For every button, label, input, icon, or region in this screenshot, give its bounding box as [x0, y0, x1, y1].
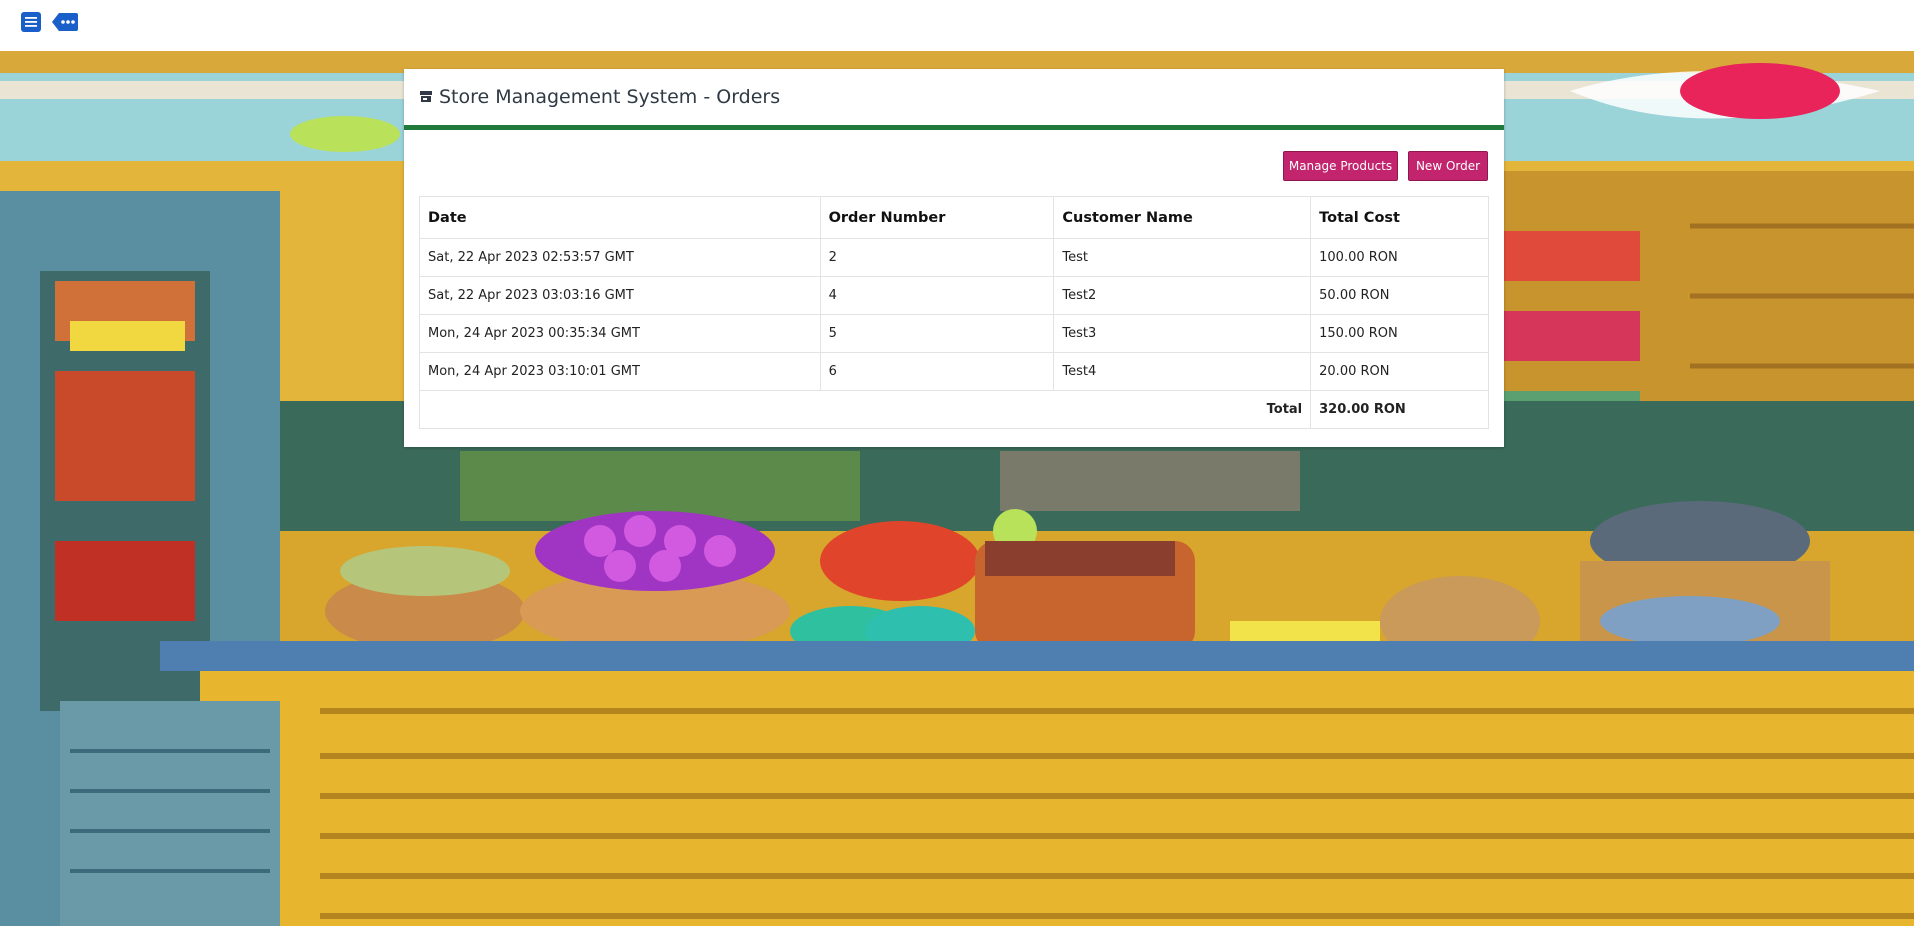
column-header-customer-name: Customer Name	[1053, 196, 1312, 239]
top-bar	[0, 0, 1914, 51]
store-icon	[419, 88, 433, 107]
cell-customer-name: Test2	[1053, 276, 1312, 315]
manage-products-button[interactable]: Manage Products	[1283, 151, 1398, 181]
column-header-total-cost: Total Cost	[1310, 196, 1489, 239]
column-header-order-number: Order Number	[819, 196, 1055, 239]
more-tag-icon[interactable]	[51, 10, 79, 34]
table-row[interactable]: Sat, 22 Apr 2023 02:53:57 GMT 2 Test 100…	[419, 238, 1489, 277]
cell-customer-name: Test4	[1053, 352, 1312, 391]
total-label: Total	[418, 390, 1312, 429]
cell-date: Mon, 24 Apr 2023 03:10:01 GMT	[419, 352, 821, 391]
cell-customer-name: Test	[1053, 238, 1312, 277]
card-header: Store Management System - Orders	[404, 69, 1504, 130]
orders-card: Store Management System - Orders Manage …	[404, 69, 1504, 447]
cell-order-number: 4	[819, 276, 1055, 315]
table-row[interactable]: Mon, 24 Apr 2023 03:10:01 GMT 6 Test4 20…	[419, 352, 1489, 391]
total-value: 320.00 RON	[1310, 390, 1489, 429]
table-row[interactable]: Mon, 24 Apr 2023 00:35:34 GMT 5 Test3 15…	[419, 314, 1489, 353]
cell-total-cost: 50.00 RON	[1310, 276, 1489, 315]
table-row[interactable]: Sat, 22 Apr 2023 03:03:16 GMT 4 Test2 50…	[419, 276, 1489, 315]
cell-date: Mon, 24 Apr 2023 00:35:34 GMT	[419, 314, 821, 353]
orders-table: Date Order Number Customer Name Total Co…	[418, 196, 1489, 429]
total-row: Total 320.00 RON	[418, 390, 1489, 429]
cell-total-cost: 150.00 RON	[1310, 314, 1489, 353]
table-header-row: Date Order Number Customer Name Total Co…	[419, 196, 1489, 239]
cell-customer-name: Test3	[1053, 314, 1312, 353]
list-icon[interactable]	[19, 10, 43, 34]
page-title: Store Management System - Orders	[439, 86, 781, 108]
cell-total-cost: 20.00 RON	[1310, 352, 1489, 391]
cell-date: Sat, 22 Apr 2023 03:03:16 GMT	[419, 276, 821, 315]
cell-order-number: 5	[819, 314, 1055, 353]
new-order-button[interactable]: New Order	[1408, 151, 1488, 181]
cell-order-number: 6	[819, 352, 1055, 391]
cell-order-number: 2	[819, 238, 1055, 277]
cell-total-cost: 100.00 RON	[1310, 238, 1489, 277]
column-header-date: Date	[419, 196, 821, 239]
cell-date: Sat, 22 Apr 2023 02:53:57 GMT	[419, 238, 821, 277]
